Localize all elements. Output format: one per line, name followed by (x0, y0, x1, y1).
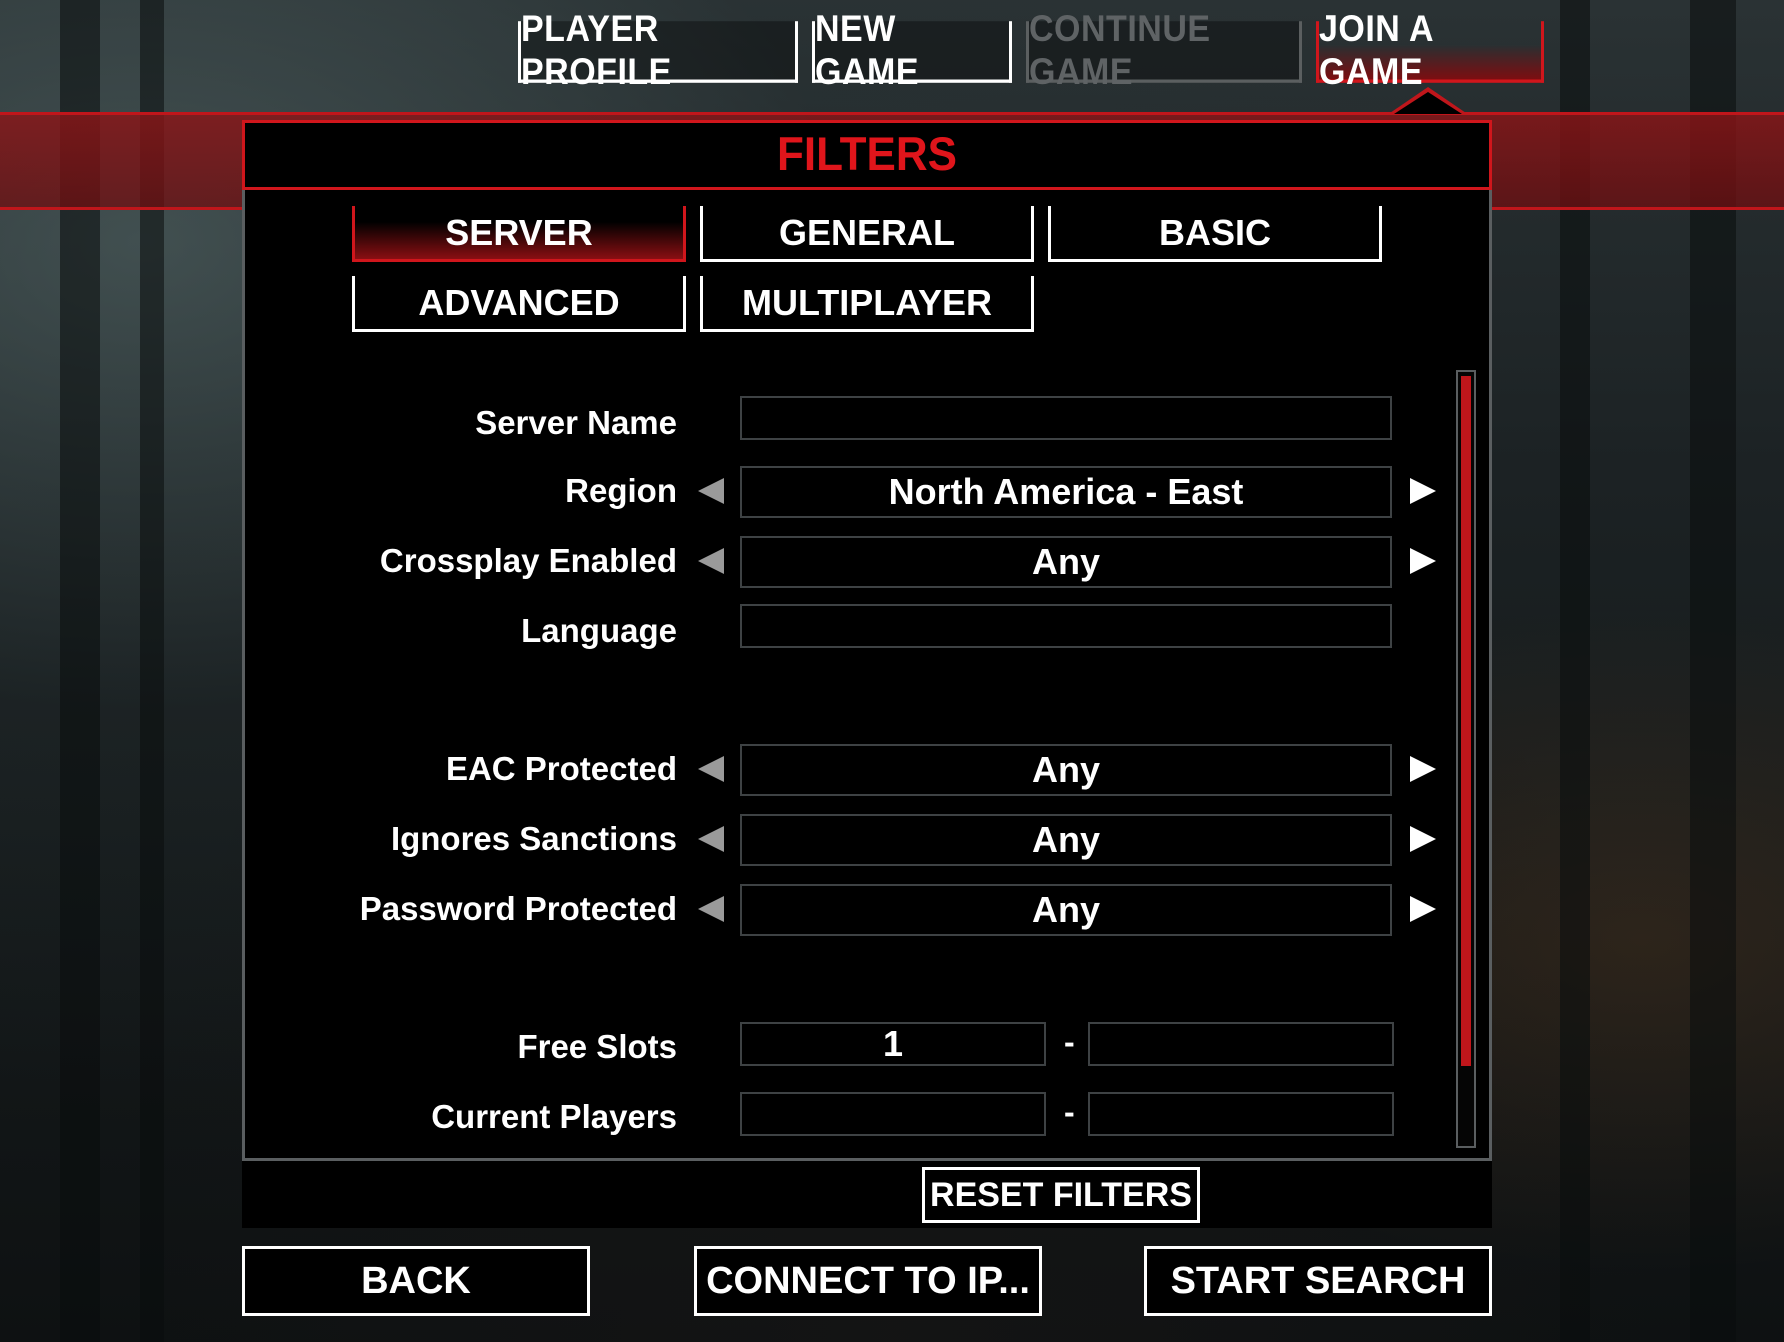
back-button[interactable]: BACK (242, 1246, 590, 1316)
region-selector[interactable]: North America - East (740, 466, 1392, 518)
main-nav: PLAYER PROFILE NEW GAME CONTINUE GAME JO… (0, 7, 1784, 92)
crossplay-label: Crossplay Enabled (379, 542, 677, 579)
current-players-label: Current Players (431, 1098, 677, 1135)
password-next-arrow-icon[interactable] (1410, 896, 1436, 922)
password-prev-arrow-icon[interactable] (698, 896, 724, 922)
password-selector[interactable]: Any (740, 884, 1392, 936)
free-slots-separator: - (1064, 1024, 1075, 1060)
crossplay-next-arrow-icon[interactable] (1410, 548, 1436, 574)
filters-header: FILTERS (242, 120, 1492, 190)
tab-advanced[interactable]: ADVANCED (352, 276, 686, 332)
filters-footer (242, 1158, 1492, 1228)
connect-to-ip-button[interactable]: CONNECT TO IP... (694, 1246, 1042, 1316)
tab-new-game[interactable]: NEW GAME (812, 7, 1012, 92)
free-slots-max-input[interactable] (1088, 1022, 1394, 1066)
free-slots-min-input[interactable]: 1 (740, 1022, 1046, 1066)
region-next-arrow-icon[interactable] (1410, 478, 1436, 504)
server-name-label: Server Name (475, 404, 677, 441)
active-tab-pointer-inner (1394, 92, 1462, 114)
tab-basic[interactable]: BASIC (1048, 206, 1382, 262)
tab-join-a-game[interactable]: JOIN A GAME (1316, 7, 1544, 92)
free-slots-label: Free Slots (517, 1028, 677, 1065)
current-players-separator: - (1064, 1094, 1075, 1130)
filters-scrollbar[interactable] (1456, 370, 1476, 1148)
eac-next-arrow-icon[interactable] (1410, 756, 1436, 782)
password-label: Password Protected (359, 890, 677, 927)
sanctions-prev-arrow-icon[interactable] (698, 826, 724, 852)
eac-selector[interactable]: Any (740, 744, 1392, 796)
start-search-button[interactable]: START SEARCH (1144, 1246, 1492, 1316)
eac-prev-arrow-icon[interactable] (698, 756, 724, 782)
server-name-input[interactable] (740, 396, 1392, 440)
panel-title: FILTERS (776, 128, 958, 181)
tab-multiplayer[interactable]: MULTIPLAYER (700, 276, 1034, 332)
current-players-min-input[interactable] (740, 1092, 1046, 1136)
reset-filters-button[interactable]: RESET FILTERS (922, 1167, 1200, 1223)
tab-server[interactable]: SERVER (352, 206, 686, 262)
scrollbar-thumb[interactable] (1461, 376, 1471, 1066)
sanctions-label: Ignores Sanctions (390, 820, 677, 857)
region-label: Region (565, 472, 677, 509)
language-input[interactable] (740, 604, 1392, 648)
crossplay-prev-arrow-icon[interactable] (698, 548, 724, 574)
current-players-max-input[interactable] (1088, 1092, 1394, 1136)
tab-player-profile[interactable]: PLAYER PROFILE (518, 7, 798, 92)
tab-continue-game[interactable]: CONTINUE GAME (1026, 7, 1302, 92)
crossplay-selector[interactable]: Any (740, 536, 1392, 588)
language-label: Language (521, 612, 677, 649)
sanctions-next-arrow-icon[interactable] (1410, 826, 1436, 852)
region-prev-arrow-icon[interactable] (698, 478, 724, 504)
tab-general[interactable]: GENERAL (700, 206, 1034, 262)
sanctions-selector[interactable]: Any (740, 814, 1392, 866)
eac-label: EAC Protected (445, 750, 677, 787)
